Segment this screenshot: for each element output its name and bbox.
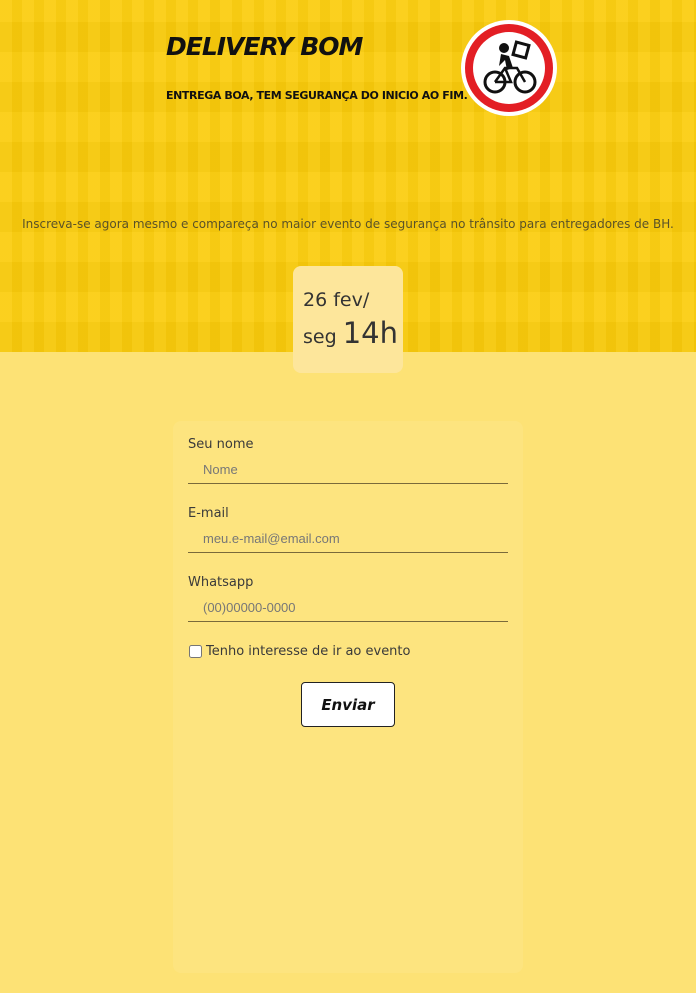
event-hour: 14h: [342, 316, 398, 350]
event-date-card: 26 fev/ seg 14h: [293, 266, 403, 373]
name-label: Seu nome: [188, 437, 254, 452]
interest-checkbox-row: Tenho interesse de ir ao evento: [188, 644, 410, 659]
interest-checkbox[interactable]: [189, 645, 202, 658]
event-date: 26 fev/: [303, 289, 370, 311]
brand-tagline: ENTREGA BOA, TEM SEGURANÇA DO INICIO AO …: [166, 89, 468, 102]
interest-checkbox-label: Tenho interesse de ir ao evento: [206, 644, 411, 659]
hero-banner: DELIVERY BOM ENTREGA BOA, TEM SEGURANÇA …: [0, 0, 696, 373]
email-label: E-mail: [188, 506, 229, 521]
whatsapp-label: Whatsapp: [188, 575, 254, 590]
email-input[interactable]: [188, 525, 508, 553]
name-input[interactable]: [188, 456, 508, 484]
whatsapp-input[interactable]: [188, 594, 508, 622]
event-intro-text: Inscreva-se agora mesmo e compareça no m…: [22, 217, 674, 231]
event-weekday: seg: [303, 326, 337, 348]
brand-title: DELIVERY BOM: [166, 32, 363, 61]
bicycle-delivery-icon: [461, 20, 557, 116]
submit-button[interactable]: Enviar: [301, 682, 395, 727]
